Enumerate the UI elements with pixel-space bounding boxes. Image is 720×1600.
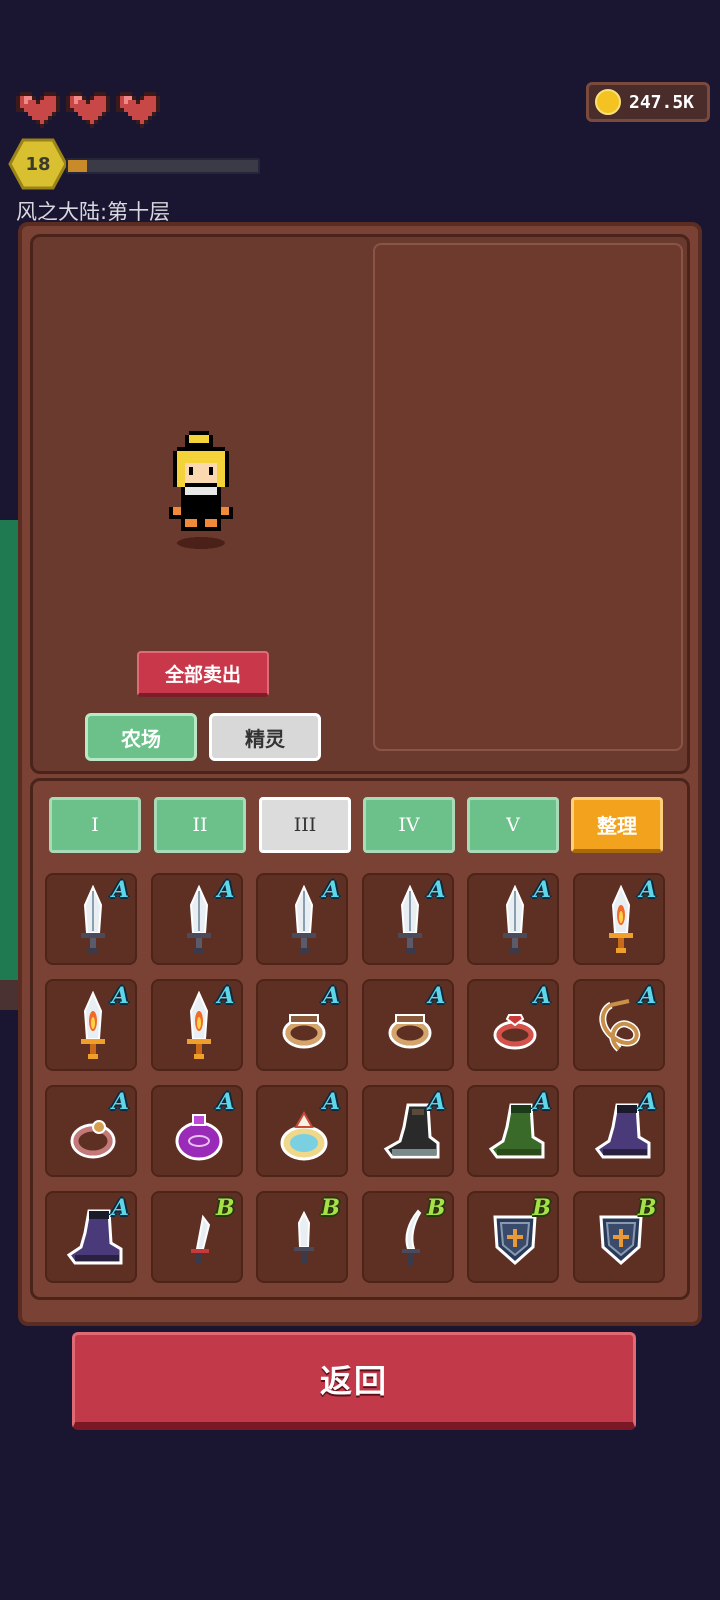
inventory-slot[interactable]: A (45, 1191, 137, 1283)
inventory-slot[interactable]: A (256, 1085, 348, 1177)
inventory-slot[interactable]: A (467, 1085, 559, 1177)
item-grade: A (111, 983, 129, 1009)
inventory-slot[interactable]: B (256, 1191, 348, 1283)
item-grade: B (532, 1195, 551, 1221)
hero-character[interactable] (165, 431, 237, 551)
inventory-slot[interactable]: B (467, 1191, 559, 1283)
inventory-slot[interactable]: A (572, 1085, 665, 1177)
item-grade: A (322, 983, 340, 1009)
inventory-slot[interactable]: B (150, 1191, 243, 1283)
tab-farm[interactable]: 农场 (85, 713, 197, 761)
item-grade: A (533, 983, 551, 1009)
inventory-slot[interactable]: A (45, 1085, 137, 1177)
inventory-slot[interactable]: A (256, 873, 348, 965)
inventory-slot[interactable]: A (361, 1085, 454, 1177)
inventory-panel: 全部卖出 农场 精灵 I II III IV V 整理 A A A A A A A A A A A A… (18, 222, 702, 1326)
back-button[interactable]: 返回 (72, 1332, 636, 1430)
item-grade: A (111, 1195, 129, 1221)
item-grade: A (428, 877, 446, 903)
inventory-slot[interactable]: A (45, 873, 137, 965)
item-grade: B (637, 1195, 657, 1221)
coin-counter: 247.5K (586, 82, 710, 122)
item-grade: A (428, 983, 446, 1009)
inventory-slot[interactable]: A (45, 979, 137, 1071)
inventory-slot[interactable]: A (572, 979, 665, 1071)
item-info-box (373, 243, 683, 751)
xp-bar (66, 158, 260, 174)
heart-icon (16, 88, 60, 128)
tab-sprite[interactable]: 精灵 (209, 713, 321, 761)
inventory-slot[interactable]: A (361, 979, 454, 1071)
inventory-slot[interactable]: A (467, 979, 559, 1071)
item-grade: A (639, 877, 657, 903)
inventory-slot[interactable]: A (572, 873, 665, 965)
inventory-section: I II III IV V 整理 A A A A A A A A A A A A A A A A A A A B B B B… (30, 778, 690, 1300)
coin-amount: 247.5K (629, 91, 695, 113)
inventory-slot[interactable]: A (150, 1085, 243, 1177)
inventory-slot[interactable]: B (361, 1191, 454, 1283)
item-grade: A (217, 877, 235, 903)
item-grade: A (217, 983, 235, 1009)
inventory-slot[interactable]: A (150, 979, 243, 1071)
inventory-slot[interactable]: A (256, 979, 348, 1071)
side-map-strip (0, 520, 20, 980)
item-grade: A (533, 877, 551, 903)
item-grade: A (322, 1089, 340, 1115)
item-grade: A (533, 1089, 551, 1115)
item-grade: A (639, 1089, 657, 1115)
health-hearts (16, 88, 160, 128)
item-grade: B (321, 1195, 340, 1221)
character-section: 全部卖出 农场 精灵 (30, 234, 690, 774)
item-grade: A (428, 1089, 446, 1115)
xp-bar-fill (68, 160, 87, 172)
side-map-strip-lower (0, 980, 18, 1010)
sell-all-button[interactable]: 全部卖出 (137, 651, 269, 697)
player-level: 18 (25, 153, 51, 175)
inventory-slot[interactable]: A (150, 873, 243, 965)
item-grade: A (322, 877, 340, 903)
item-grade: A (111, 877, 129, 903)
heart-icon (66, 88, 110, 128)
item-grade: B (426, 1195, 446, 1221)
item-grade: B (215, 1195, 235, 1221)
page-tab-3[interactable]: III (259, 797, 351, 853)
inventory-slot[interactable]: A (467, 873, 559, 965)
item-grade: A (217, 1089, 235, 1115)
item-grade: A (639, 983, 657, 1009)
page-tab-2[interactable]: II (154, 797, 246, 853)
coin-icon (595, 89, 621, 115)
page-tab-5[interactable]: V (467, 797, 559, 853)
heart-icon (116, 88, 160, 128)
page-tab-4[interactable]: IV (363, 797, 455, 853)
page-tab-1[interactable]: I (49, 797, 141, 853)
inventory-slot[interactable]: B (572, 1191, 665, 1283)
sort-button[interactable]: 整理 (571, 797, 663, 853)
item-grade: A (111, 1089, 129, 1115)
inventory-slot[interactable]: A (361, 873, 454, 965)
